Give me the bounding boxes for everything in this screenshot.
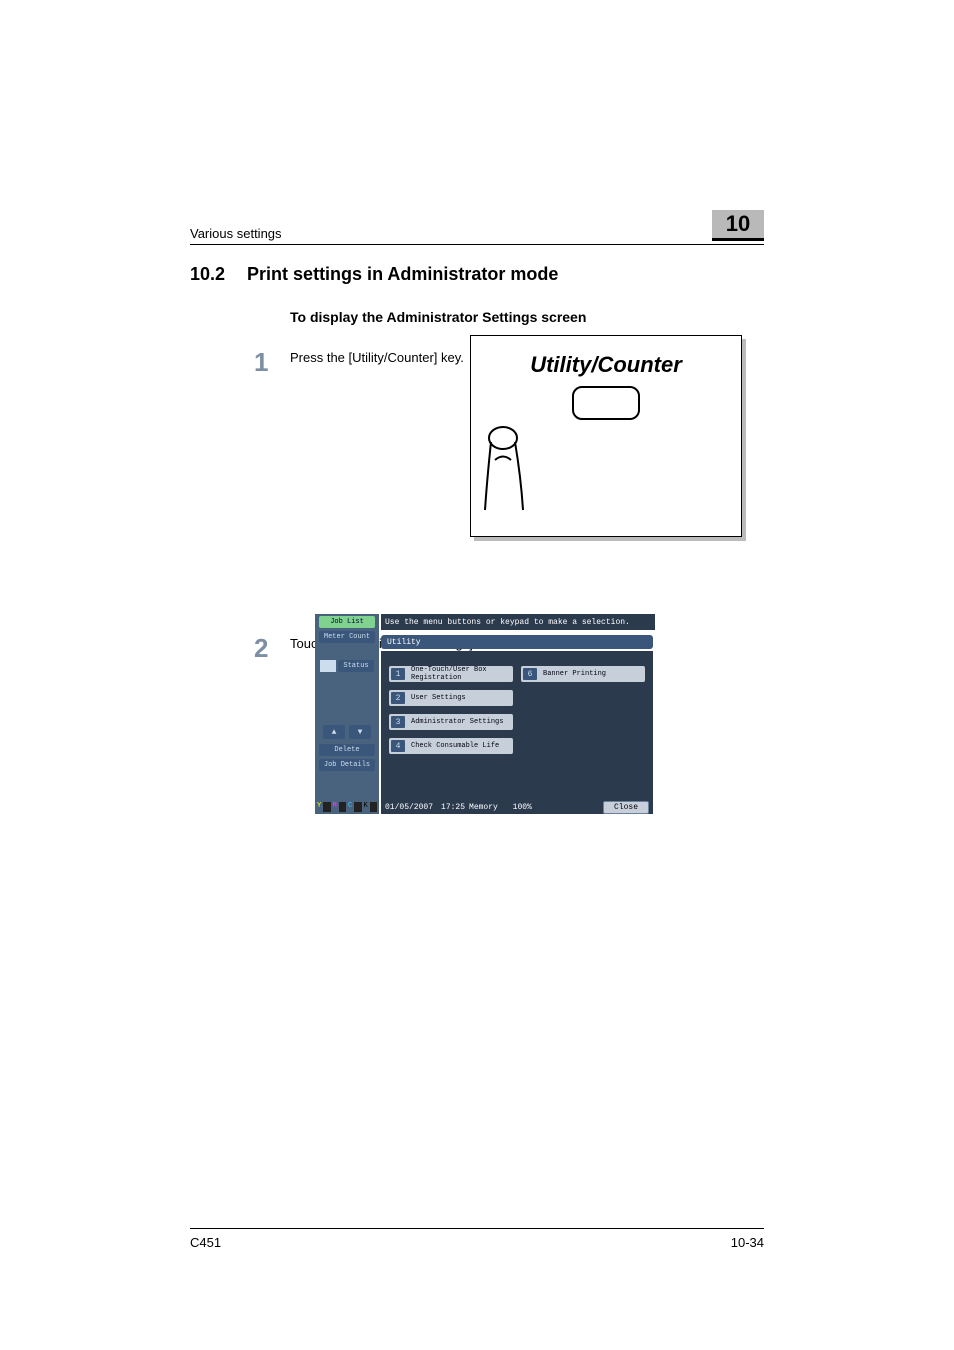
option-1-label: One-Touch/User Box Registration [411, 666, 487, 682]
panel-memory-label: Memory [469, 803, 498, 812]
page-number: 10-34 [731, 1235, 764, 1250]
arrow-buttons: ▲ ▼ [323, 725, 371, 739]
panel-sidebar: Job List Meter Count Status ▲ ▼ Delete J… [315, 614, 379, 814]
chapter-number-badge: 10 [712, 210, 764, 241]
panel-footer-info: 01/05/2007 17:25 Memory 100% [385, 803, 532, 812]
section-number: 10.2 [190, 264, 225, 285]
option-4-button[interactable]: 4 Check Consumable Life [389, 738, 513, 754]
option-3-button[interactable]: 3 Administrator Settings [389, 714, 513, 730]
step-1-text: Press the [Utility/Counter] key. [290, 349, 464, 367]
panel-message-bar: Use the menu buttons or keypad to make a… [381, 614, 655, 630]
subsection-heading: To display the Administrator Settings sc… [290, 309, 764, 325]
panel-memory-value: 100% [513, 803, 532, 812]
option-2-button[interactable]: 2 User Settings [389, 690, 513, 706]
running-header: Various settings 10 [190, 210, 764, 245]
panel-breadcrumb-text: Utility [387, 638, 421, 647]
option-4-label: Check Consumable Life [411, 742, 499, 750]
option-2-number: 2 [391, 692, 405, 704]
option-6-number: 6 [523, 668, 537, 680]
arrow-up-button[interactable]: ▲ [323, 725, 345, 739]
option-6-button[interactable]: 6 Banner Printing [521, 666, 645, 682]
panel-date: 01/05/2007 [385, 803, 433, 812]
job-details-button[interactable]: Job Details [319, 759, 375, 771]
panel-message-text: Use the menu buttons or keypad to make a… [385, 618, 630, 627]
job-list-button[interactable]: Job List [319, 616, 375, 628]
status-row: Status [320, 660, 374, 672]
panel-breadcrumb: Utility [381, 635, 653, 649]
model-name: C451 [190, 1235, 221, 1250]
touch-panel-screenshot: Job List Meter Count Status ▲ ▼ Delete J… [315, 614, 655, 814]
utility-counter-label: Utility/Counter [471, 352, 741, 378]
running-header-text: Various settings [190, 226, 282, 241]
panel-footer: 01/05/2007 17:25 Memory 100% Close [381, 800, 653, 814]
option-1-button[interactable]: 1 One-Touch/User Box Registration [389, 666, 513, 682]
utility-counter-physical-key[interactable] [572, 386, 640, 420]
finger-press-icon [471, 420, 535, 510]
arrow-down-button[interactable]: ▼ [349, 725, 371, 739]
option-6-label: Banner Printing [543, 670, 606, 678]
chapter-number: 10 [726, 211, 750, 236]
utility-counter-illustration: Utility/Counter [470, 335, 742, 537]
status-button[interactable]: Status [338, 660, 374, 672]
delete-button[interactable]: Delete [319, 744, 375, 756]
option-2-label: User Settings [411, 694, 466, 702]
option-3-number: 3 [391, 716, 405, 728]
option-3-label: Administrator Settings [411, 718, 503, 726]
meter-count-button[interactable]: Meter Count [319, 631, 375, 643]
option-4-number: 4 [391, 740, 405, 752]
toner-indicators: Y M C K [315, 800, 379, 814]
section-title: Print settings in Administrator mode [247, 264, 558, 285]
step-2-number: 2 [254, 635, 290, 661]
close-button[interactable]: Close [603, 801, 649, 814]
panel-time: 17:25 [441, 803, 465, 812]
page-footer: C451 10-34 [190, 1228, 764, 1250]
section-heading: 10.2 Print settings in Administrator mod… [190, 264, 764, 285]
step-1-number: 1 [254, 349, 290, 375]
option-1-number: 1 [391, 668, 405, 680]
status-icon [320, 660, 336, 672]
